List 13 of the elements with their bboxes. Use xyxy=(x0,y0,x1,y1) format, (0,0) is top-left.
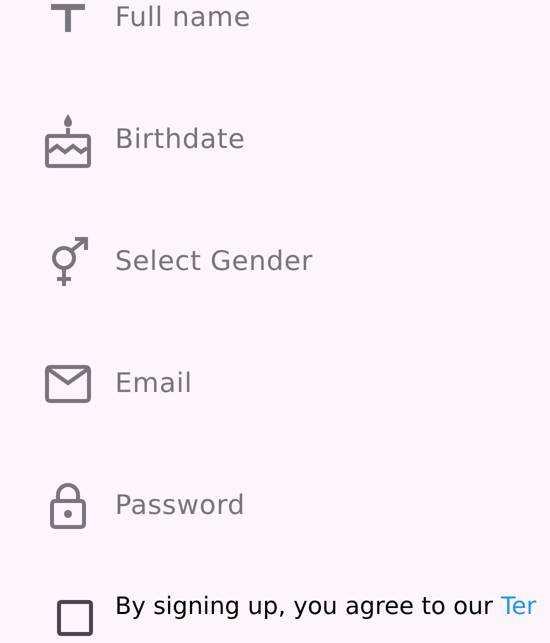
lock-icon xyxy=(50,483,86,529)
input-field[interactable]: Email xyxy=(115,364,515,404)
input-field[interactable]: Full name xyxy=(115,0,515,38)
input-field[interactable]: Birthdate xyxy=(115,120,515,160)
terms-text: By signing up, you agree to our xyxy=(115,592,494,620)
cake-icon xyxy=(45,112,91,168)
mail-icon xyxy=(45,365,91,403)
gender-icon xyxy=(50,236,90,288)
input-field[interactable]: Select Gender xyxy=(115,242,515,282)
text-icon xyxy=(48,4,88,32)
terms-link[interactable]: Ter xyxy=(501,592,536,620)
checkbox[interactable] xyxy=(57,600,93,636)
input-field[interactable]: Password xyxy=(115,486,515,526)
